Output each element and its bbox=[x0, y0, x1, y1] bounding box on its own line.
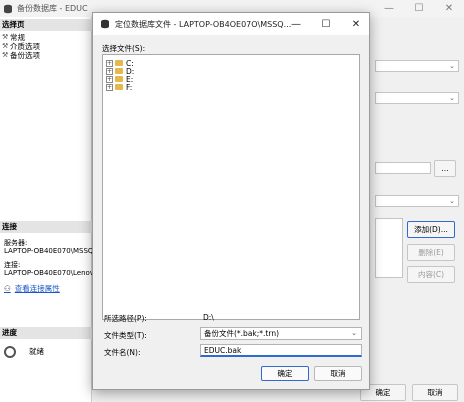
file-type-select[interactable]: 备份文件(*.bak;*.trn) ⌄ bbox=[200, 327, 362, 340]
browse-button[interactable]: ... bbox=[434, 160, 456, 177]
wrench-icon: ⚒ bbox=[2, 51, 9, 59]
file-type-label: 文件类型(T): bbox=[104, 331, 147, 340]
file-name-input[interactable]: EDUC.bak bbox=[200, 344, 362, 357]
file-tree[interactable]: + C: + D: + E: + F: bbox=[102, 54, 360, 320]
locate-database-file-dialog: 定位数据库文件 - LAPTOP-OB4OE07O\MSSQ... — ☐ ✕ … bbox=[92, 12, 370, 390]
connection-value: LAPTOP-OB40E070\Lenovo bbox=[4, 269, 99, 277]
folder-icon bbox=[115, 84, 123, 90]
bg-path-field[interactable] bbox=[375, 162, 431, 174]
minimize-icon[interactable]: — bbox=[281, 13, 311, 35]
backup-destination-list[interactable] bbox=[375, 218, 403, 278]
connection-header: 连接 bbox=[0, 221, 92, 233]
bg-dropdown-3[interactable]: ⌄ bbox=[375, 195, 459, 207]
close-icon[interactable]: ✕ bbox=[341, 13, 371, 35]
folder-icon bbox=[115, 60, 123, 66]
tree-item-drive-f[interactable]: + F: bbox=[106, 83, 132, 92]
selected-path-value: D:\ bbox=[203, 313, 214, 322]
ok-button[interactable]: 确定 bbox=[261, 366, 309, 381]
add-button[interactable]: 添加(D)... bbox=[407, 221, 455, 238]
expand-icon[interactable]: + bbox=[106, 59, 113, 67]
expand-icon[interactable]: + bbox=[106, 83, 113, 91]
dialog-titlebar: 定位数据库文件 - LAPTOP-OB4OE07O\MSSQ... — ☐ ✕ bbox=[93, 13, 369, 35]
server-value: LAPTOP-OB40E070\MSSQLS bbox=[4, 247, 102, 255]
folder-icon bbox=[115, 76, 123, 82]
bg-dropdown-1[interactable]: ⌄ bbox=[375, 60, 459, 72]
delete-button[interactable]: 删除(E) bbox=[407, 244, 455, 261]
cancel-button[interactable]: 取消 bbox=[314, 366, 362, 381]
wrench-icon: ⚒ bbox=[2, 42, 9, 50]
connection-properties-icon: ⚇ bbox=[4, 284, 11, 293]
maximize-icon[interactable]: ☐ bbox=[404, 0, 434, 17]
selected-path-label: 所选路径(P): bbox=[104, 314, 147, 323]
dialog-title: 定位数据库文件 - LAPTOP-OB4OE07O\MSSQ... bbox=[115, 19, 292, 29]
progress-header: 进度 bbox=[0, 327, 92, 339]
file-name-label: 文件名(N): bbox=[104, 348, 141, 357]
progress-spinner-icon bbox=[4, 346, 16, 358]
chevron-down-icon: ⌄ bbox=[351, 329, 357, 337]
select-page-header: 选择页 bbox=[0, 19, 92, 31]
nav-item-media-options[interactable]: ⚒ 介质选项 bbox=[2, 42, 40, 51]
left-pane: 选择页 ⚒ 常规 ⚒ 介质选项 ⚒ 备份选项 连接 服务器: LAPTOP-OB40E… bbox=[0, 17, 102, 402]
expand-icon[interactable]: + bbox=[106, 67, 113, 75]
expand-icon[interactable]: + bbox=[106, 75, 113, 83]
backup-window-title: 备份数据库 - EDUC bbox=[17, 4, 88, 13]
contents-button[interactable]: 内容(C) bbox=[407, 266, 455, 283]
nav-item-general[interactable]: ⚒ 常规 bbox=[2, 33, 25, 42]
wrench-icon: ⚒ bbox=[2, 33, 9, 41]
minimize-icon[interactable]: — bbox=[374, 0, 404, 17]
view-connection-properties-link[interactable]: ⚇ 查看连接属性 bbox=[4, 283, 60, 294]
maximize-icon[interactable]: ☐ bbox=[311, 13, 341, 35]
database-icon bbox=[101, 19, 109, 29]
database-icon bbox=[4, 4, 12, 13]
progress-status: 就绪 bbox=[29, 347, 44, 356]
folder-icon bbox=[115, 68, 123, 74]
close-icon[interactable]: ✕ bbox=[434, 0, 464, 17]
bg-dropdown-2[interactable]: ⌄ bbox=[375, 92, 459, 104]
select-file-label: 选择文件(S): bbox=[102, 44, 146, 53]
bg-cancel-button[interactable]: 取消 bbox=[412, 384, 458, 401]
nav-item-backup-options[interactable]: ⚒ 备份选项 bbox=[2, 51, 40, 60]
